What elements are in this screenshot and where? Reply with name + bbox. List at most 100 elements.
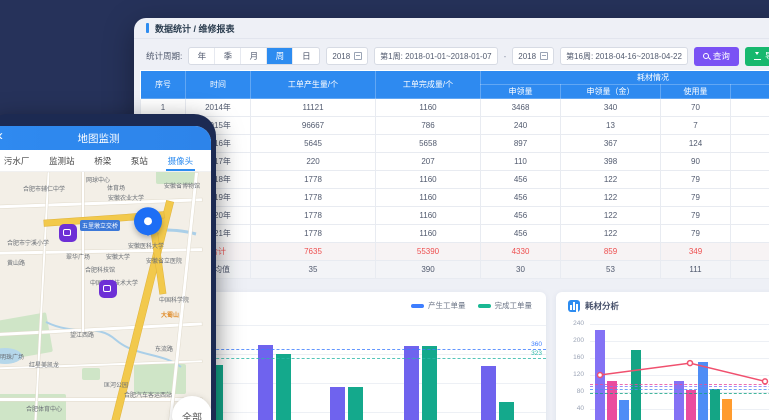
col-header-sub-2: 使用量 (661, 85, 731, 99)
table-row: 12014年111211160346834070250 (141, 99, 769, 117)
trend-line (556, 292, 769, 420)
week-end-input[interactable]: 第16周: 2018-04-16~2018-04-22 (560, 47, 688, 65)
year-start-select[interactable]: 2018 (326, 47, 368, 65)
export-excel-button[interactable]: 导出Excel (745, 47, 769, 66)
legend-item-done: 完成工单量 (478, 300, 533, 311)
camera-pin-icon[interactable] (59, 224, 77, 242)
reference-line (186, 358, 546, 359)
export-label: 导出Excel (765, 50, 769, 62)
map-label: 合肥体育中心 (26, 404, 62, 413)
table-cell: 79 (661, 171, 731, 189)
table-cell: 67 (731, 189, 769, 207)
table-cell: 1160 (376, 207, 481, 225)
accent-bar (146, 23, 149, 33)
map-label: 中国科学院 (159, 295, 189, 304)
materials-plot: 2402001601208040 (556, 292, 769, 420)
table-cell: 456 (481, 207, 561, 225)
table-cell: 14 (731, 261, 769, 279)
screenshot-stage: 数据统计 / 维修报表 统计周期: 年 季 月 周 日 2018 第1周: 20… (0, 0, 769, 420)
table-row: 52018年177811604561227967 (141, 171, 769, 189)
table-cell: 19 (731, 153, 769, 171)
week-end-value: 第16周: 2018-04-16~2018-04-22 (566, 51, 682, 62)
map-label: 明珠广场 (0, 352, 24, 361)
reference-line (590, 393, 769, 394)
table-cell: 1778 (251, 207, 376, 225)
location-pin-icon[interactable] (134, 207, 162, 235)
legend-marker-done (478, 304, 491, 308)
table-cell: 5658 (376, 135, 481, 153)
table-cell: 110 (481, 153, 561, 171)
y-axis-tick: 40 (562, 405, 584, 412)
y-axis-tick: 120 (562, 371, 584, 378)
table-cell: 67 (731, 225, 769, 243)
map-label: 体育场 (107, 183, 125, 192)
table-cell: 786 (376, 117, 481, 135)
period-option-month[interactable]: 月 (241, 48, 267, 64)
table-cell: 122 (561, 225, 661, 243)
period-option-week[interactable]: 周 (267, 48, 293, 64)
map-view[interactable]: 五里墩立交桥 网球中心合肥市辅仁中学体育场安徽农业大学安徽省博物馆合肥市宁溪小学… (0, 172, 211, 420)
period-option-quarter[interactable]: 季 (215, 48, 241, 64)
table-cell: 390 (376, 261, 481, 279)
map-label: 黄山路 (7, 258, 25, 267)
table-cell: 207 (376, 153, 481, 171)
table-cell: 13 (561, 117, 661, 135)
bar (698, 362, 708, 420)
period-option-day[interactable]: 日 (293, 48, 319, 64)
table-cell: 1160 (376, 225, 481, 243)
bar (595, 330, 605, 420)
phone-title: 地图监测 (78, 131, 120, 146)
y-axis-tick: 80 (562, 388, 584, 395)
table-row: 22015年96667786240137690 (141, 117, 769, 135)
search-icon (703, 53, 709, 59)
table-cell: 122 (561, 207, 661, 225)
table-cell: 456 (481, 189, 561, 207)
bar-created (258, 345, 273, 420)
tab-bridge[interactable]: 桥梁 (92, 151, 113, 171)
reference-line-label: 360 (531, 341, 542, 348)
bar-done (499, 402, 514, 420)
map-label: 安徽医科大学 (128, 241, 164, 250)
table-cell: 122 (561, 171, 661, 189)
bar-done (348, 387, 363, 420)
table-cell: 55390 (376, 243, 481, 261)
calendar-icon (354, 52, 362, 60)
map-label: 安徽省博物馆 (164, 181, 200, 190)
week-start-input[interactable]: 第1周: 2018-01-01~2018-01-07 (374, 47, 497, 65)
map-label: 大蜀山 (161, 310, 179, 319)
year-end-select[interactable]: 2018 (512, 47, 554, 65)
orders-chart-card: 产生工单量 完成工单量 360323 (186, 292, 546, 420)
map-label: 东流路 (155, 344, 173, 353)
gridline (590, 341, 769, 342)
map-label: 匡河公园 (104, 380, 128, 389)
tab-sewage-plant[interactable]: 污水厂 (2, 151, 32, 171)
tab-monitor-station[interactable]: 监测站 (47, 151, 77, 171)
table-cell: 456 (481, 171, 561, 189)
query-button[interactable]: 查询 (694, 47, 739, 66)
bar (722, 399, 732, 420)
reference-line (590, 386, 769, 387)
table-cell: 220 (251, 153, 376, 171)
year-end-value: 2018 (518, 52, 536, 61)
bar-created (330, 387, 345, 420)
period-option-year[interactable]: 年 (189, 48, 215, 64)
camera-pin-icon[interactable] (99, 280, 117, 298)
phone-tab-bar: 污水厂 监测站 桥梁 泵站 摄像头 (0, 150, 211, 172)
filter-bar: 统计周期: 年 季 月 周 日 2018 第1周: 2018-01-01~201… (146, 45, 769, 67)
table-cell: 90 (661, 153, 731, 171)
query-label: 查询 (713, 50, 730, 62)
tab-camera[interactable]: 摄像头 (166, 151, 196, 171)
col-header-sub-1: 申领量（金） (561, 85, 661, 99)
back-icon[interactable]: ‹ (0, 127, 3, 144)
table-cell: 3468 (481, 99, 561, 117)
tab-pump-station[interactable]: 泵站 (129, 151, 150, 171)
col-header-group: 耗材情况 (481, 71, 769, 85)
map-label: 望江西路 (70, 330, 94, 339)
map-label: 红星美凯龙 (29, 360, 59, 369)
reference-line (186, 349, 546, 350)
reference-line (590, 389, 769, 390)
table-cell: 67 (731, 171, 769, 189)
table-cell: 1160 (376, 99, 481, 117)
camera-lens (103, 285, 111, 292)
table-row: 32016年56455658897367124129 (141, 135, 769, 153)
